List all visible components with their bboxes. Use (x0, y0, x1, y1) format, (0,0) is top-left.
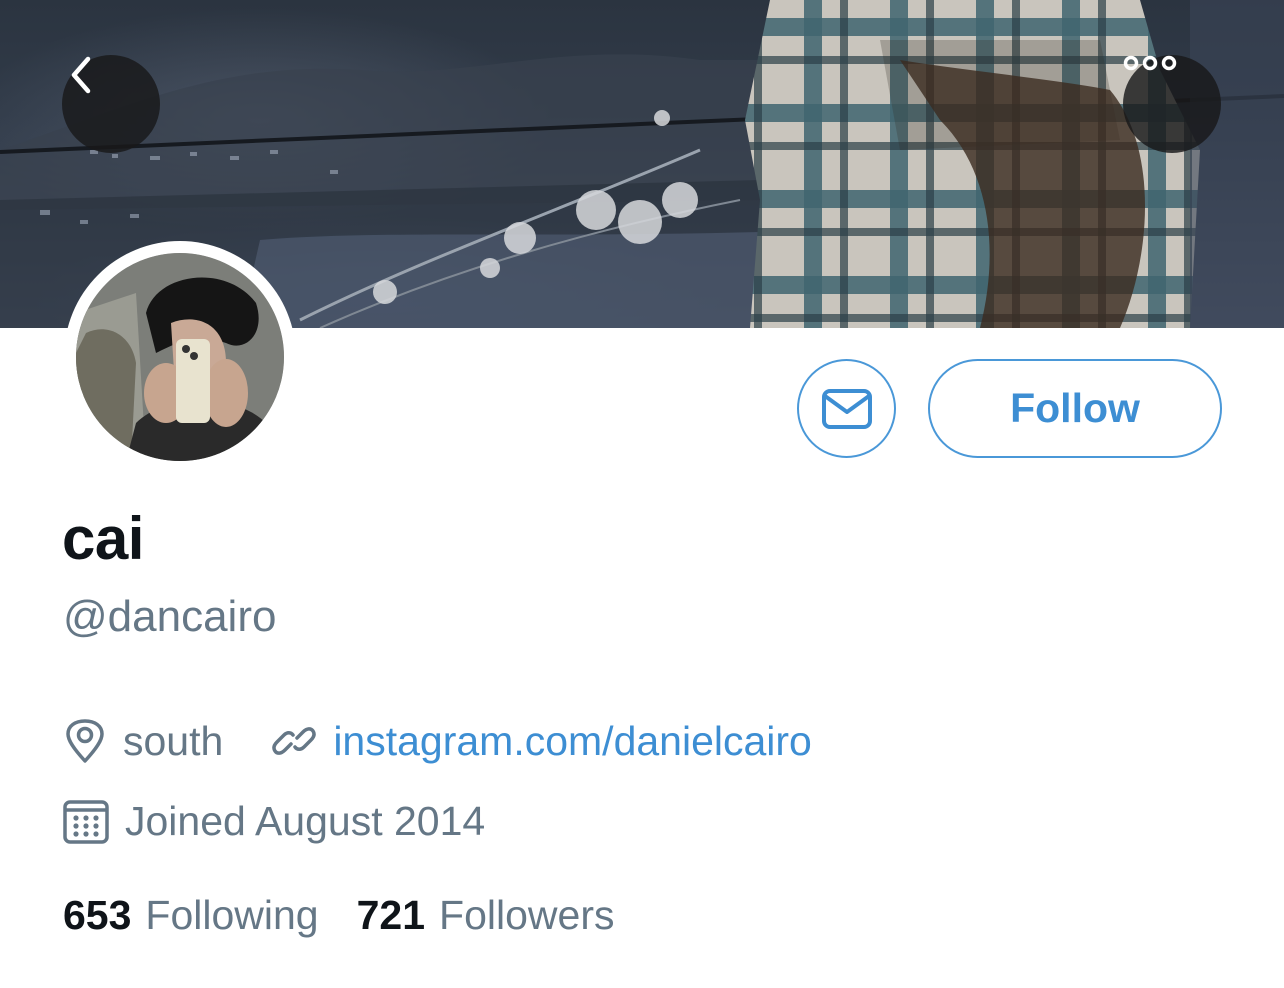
follow-stats: 653 Following 721 Followers (63, 890, 614, 940)
joined-date-text: Joined August 2014 (125, 797, 486, 844)
followers-count[interactable]: 721 (357, 892, 425, 939)
user-handle: @dancairo (63, 592, 277, 641)
map-pin-icon (63, 718, 107, 764)
more-options-button[interactable] (1123, 55, 1221, 153)
envelope-icon (821, 388, 872, 429)
back-button[interactable] (62, 55, 160, 153)
profile-page: Follow cai @dancairo south instagram.com… (0, 0, 1284, 988)
following-label[interactable]: Following (145, 892, 318, 939)
avatar-photo (76, 253, 284, 461)
link-icon (271, 718, 317, 764)
location-text: south (123, 717, 224, 764)
message-button[interactable] (797, 359, 896, 458)
display-name: cai (62, 505, 144, 572)
joined-row: Joined August 2014 (63, 796, 485, 846)
website-link[interactable]: instagram.com/danielcairo (333, 718, 812, 765)
followers-label[interactable]: Followers (439, 892, 614, 939)
calendar-icon (63, 798, 109, 844)
following-count[interactable]: 653 (63, 892, 131, 939)
chevron-left-icon (71, 56, 91, 94)
follow-button[interactable]: Follow (928, 359, 1222, 458)
avatar[interactable] (64, 241, 296, 473)
profile-meta-row: south instagram.com/danielcairo (63, 716, 812, 766)
more-horizontal-icon (1123, 55, 1177, 71)
